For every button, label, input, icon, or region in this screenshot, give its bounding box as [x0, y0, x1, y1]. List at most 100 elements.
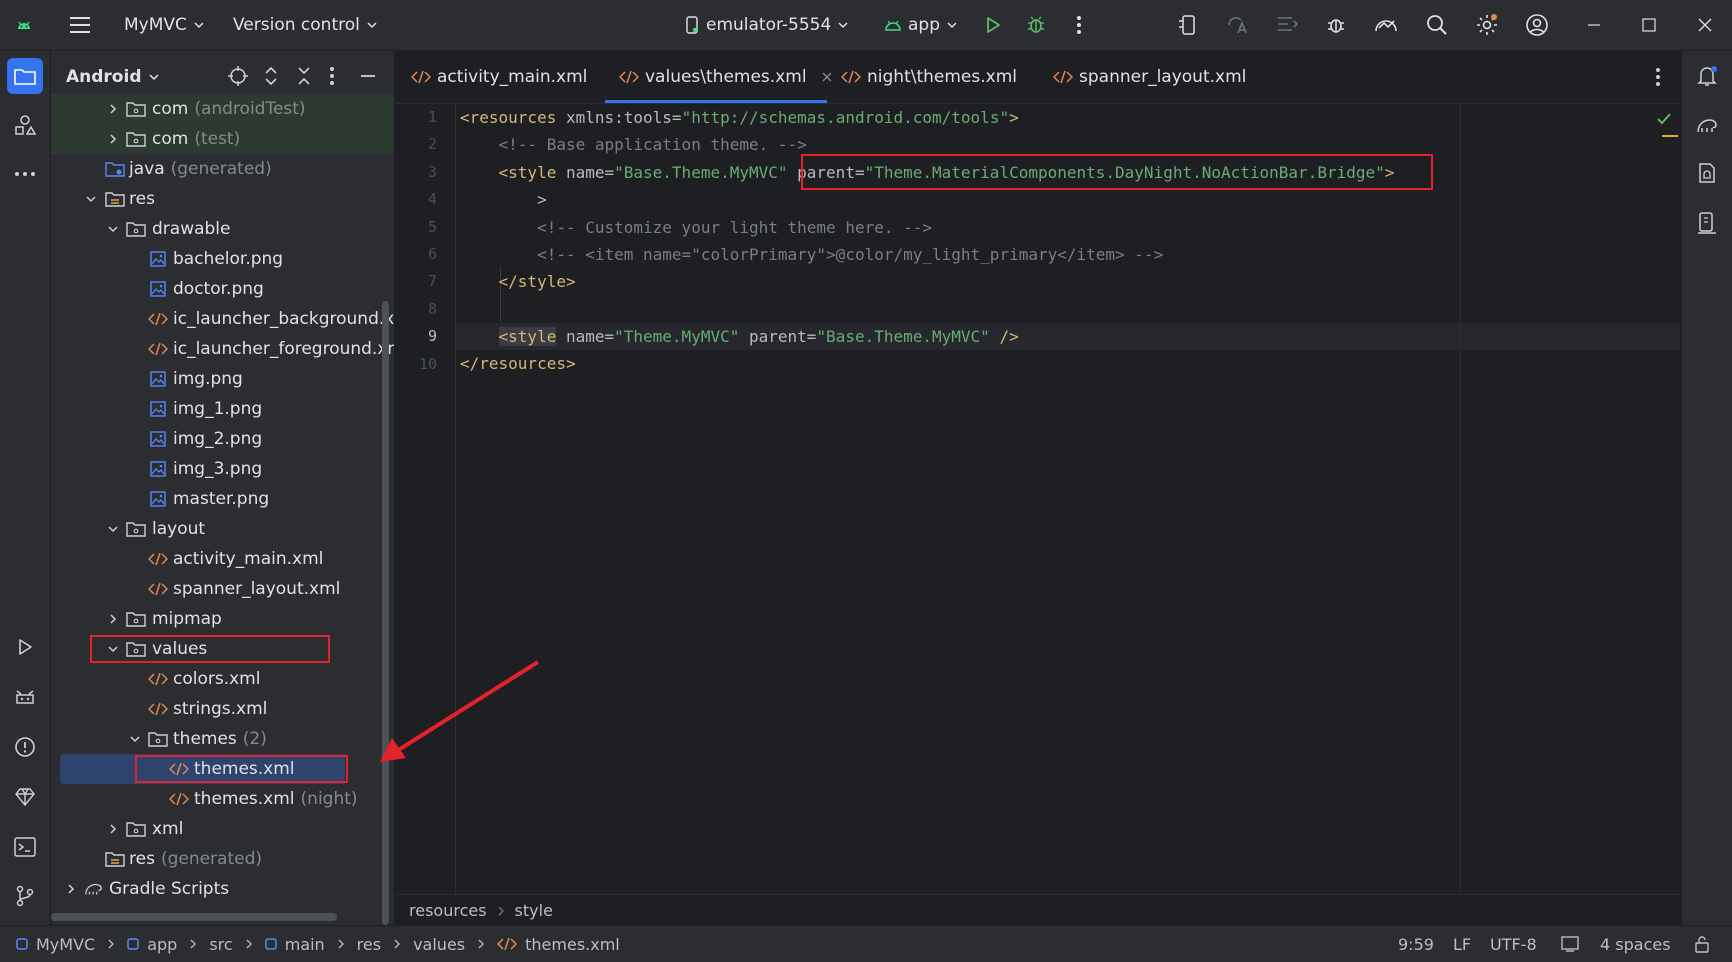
- apply-changes-icon[interactable]: [1224, 12, 1250, 38]
- tree-item[interactable]: spanner_layout.xml: [51, 574, 394, 604]
- tab-options-icon[interactable]: [1655, 67, 1661, 87]
- account-icon[interactable]: [1524, 12, 1550, 38]
- path-segment[interactable]: main: [285, 935, 325, 954]
- chevron-down-icon[interactable]: [128, 732, 142, 746]
- path-segment[interactable]: src: [209, 935, 232, 954]
- project-switcher[interactable]: MyMVC: [124, 0, 205, 50]
- tree-item[interactable]: themes.xml: [51, 754, 394, 784]
- chevron-down-icon[interactable]: [106, 222, 120, 236]
- tree-item[interactable]: com (test): [51, 124, 394, 154]
- tree-item[interactable]: ic_launcher_foreground.xml: [51, 334, 394, 364]
- tree-item[interactable]: themes (2): [51, 724, 394, 754]
- logcat-icon[interactable]: [7, 679, 43, 715]
- tree-item[interactable]: img_3.png: [51, 454, 394, 484]
- profiler-icon[interactable]: [1373, 12, 1399, 38]
- settings-gear-icon[interactable]: [1474, 12, 1500, 38]
- close-tab-icon[interactable]: [821, 71, 833, 83]
- chevron-down-icon[interactable]: [84, 192, 98, 206]
- tree-item[interactable]: master.png: [51, 484, 394, 514]
- indent-setting[interactable]: 4 spaces: [1600, 926, 1671, 962]
- problems-icon[interactable]: [7, 729, 43, 765]
- tree-item[interactable]: activity_main.xml: [51, 544, 394, 574]
- tab-spanner-layout[interactable]: spanner_layout.xml: [1053, 51, 1246, 103]
- chevron-right-icon[interactable]: [106, 102, 120, 116]
- tree-item[interactable]: themes.xml (night): [51, 784, 394, 814]
- resource-manager-icon[interactable]: [7, 107, 43, 143]
- breadcrumb-item-resources[interactable]: resources: [409, 901, 487, 920]
- apply-code-changes-icon[interactable]: [1274, 12, 1300, 38]
- tree-item[interactable]: layout: [51, 514, 394, 544]
- running-devices-icon[interactable]: [1689, 205, 1725, 241]
- maximize-icon[interactable]: [1636, 12, 1662, 38]
- device-selector[interactable]: emulator-5554: [684, 0, 849, 50]
- tree-item[interactable]: doctor.png: [51, 274, 394, 304]
- close-window-icon[interactable]: [1692, 12, 1718, 38]
- tree-item[interactable]: strings.xml: [51, 694, 394, 724]
- file-encoding[interactable]: UTF-8: [1490, 926, 1537, 962]
- project-folder-icon[interactable]: [7, 58, 43, 94]
- chevron-right-icon[interactable]: [106, 132, 120, 146]
- tree-item[interactable]: java (generated): [51, 154, 394, 184]
- line-number: 8: [427, 300, 437, 318]
- build-variants-gem-icon[interactable]: [7, 779, 43, 815]
- hide-panel-icon[interactable]: [359, 65, 377, 87]
- terminal-icon[interactable]: [7, 829, 43, 865]
- path-segment[interactable]: values: [413, 935, 465, 954]
- locate-file-icon[interactable]: [227, 65, 249, 87]
- tree-item[interactable]: Gradle Scripts: [51, 874, 394, 904]
- version-control-menu[interactable]: Version control: [233, 0, 378, 50]
- chevron-right-icon[interactable]: [106, 612, 120, 626]
- git-branch-icon[interactable]: [7, 878, 43, 914]
- debug-icon[interactable]: [1023, 12, 1049, 38]
- attach-debugger-icon[interactable]: [1323, 12, 1349, 38]
- tree-item[interactable]: img.png: [51, 364, 394, 394]
- tree-item[interactable]: ic_launcher_background.xml: [51, 304, 394, 334]
- chevron-right-icon[interactable]: [106, 822, 120, 836]
- tree-item[interactable]: img_1.png: [51, 394, 394, 424]
- notifications-bell-icon[interactable]: [1689, 58, 1725, 94]
- no-problems-check-icon[interactable]: [1656, 112, 1672, 126]
- tree-item[interactable]: res: [51, 184, 394, 214]
- tree-item[interactable]: colors.xml: [51, 664, 394, 694]
- tree-vertical-scrollbar[interactable]: [382, 301, 389, 925]
- tree-item[interactable]: com (androidTest): [51, 94, 394, 124]
- code-editor[interactable]: <resources xmlns:tools="http://schemas.a…: [456, 104, 1680, 894]
- readonly-toggle-icon[interactable]: [1561, 926, 1579, 962]
- tree-horizontal-scrollbar[interactable]: [51, 913, 337, 921]
- path-segment[interactable]: app: [147, 935, 177, 954]
- expand-collapse-icon[interactable]: [261, 65, 281, 87]
- more-horizontal-icon[interactable]: [7, 156, 43, 192]
- tree-item[interactable]: mipmap: [51, 604, 394, 634]
- chevron-right-icon[interactable]: [64, 882, 78, 896]
- tab-night-themes[interactable]: night\themes.xml: [841, 51, 1017, 103]
- caret-position[interactable]: 9:59: [1398, 926, 1434, 962]
- search-icon[interactable]: [1424, 12, 1450, 38]
- tree-item[interactable]: bachelor.png: [51, 244, 394, 274]
- minimize-icon[interactable]: [1581, 12, 1607, 38]
- tab-activity-main[interactable]: activity_main.xml: [411, 51, 587, 103]
- gradle-icon[interactable]: [1689, 107, 1725, 143]
- tree-item[interactable]: values: [51, 634, 394, 664]
- tree-item-name: res: [129, 849, 155, 869]
- collapse-all-icon[interactable]: [294, 65, 314, 87]
- tree-item[interactable]: drawable: [51, 214, 394, 244]
- lock-icon[interactable]: [1693, 926, 1711, 962]
- device-manager-icon[interactable]: [1175, 12, 1201, 38]
- breadcrumb-item-style[interactable]: style: [515, 901, 553, 920]
- tree-item[interactable]: xml: [51, 814, 394, 844]
- options-vertical-icon[interactable]: [329, 65, 335, 87]
- more-vertical-icon[interactable]: [1066, 12, 1092, 38]
- chevron-down-icon[interactable]: [106, 522, 120, 536]
- tree-item[interactable]: res (generated): [51, 844, 394, 874]
- tab-values-themes[interactable]: values\themes.xml: [619, 51, 833, 103]
- main-menu-icon[interactable]: [67, 12, 93, 38]
- run-config-selector[interactable]: app: [884, 0, 958, 50]
- line-separator[interactable]: LF: [1453, 926, 1471, 962]
- run-tool-icon[interactable]: [7, 629, 43, 665]
- path-segment[interactable]: MyMVC: [36, 935, 95, 954]
- path-segment[interactable]: res: [357, 935, 381, 954]
- tree-item[interactable]: img_2.png: [51, 424, 394, 454]
- device-file-explorer-icon[interactable]: [1689, 156, 1725, 192]
- run-icon[interactable]: [980, 12, 1006, 38]
- path-segment[interactable]: themes.xml: [525, 935, 620, 954]
